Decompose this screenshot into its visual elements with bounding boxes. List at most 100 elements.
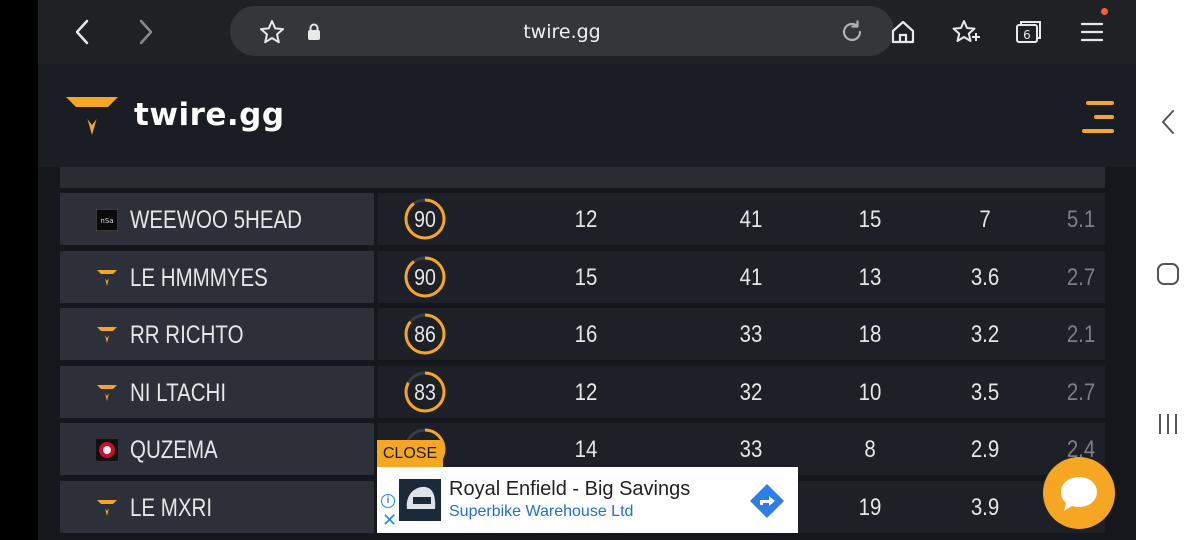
player-cell[interactable]: RR RICHTO bbox=[60, 308, 374, 361]
hamburger-line bbox=[1082, 129, 1114, 133]
site-logo-text[interactable]: twire.gg bbox=[134, 97, 285, 133]
stat-col3: 13 bbox=[858, 263, 882, 291]
stat-col5: 5.1 bbox=[1066, 206, 1096, 233]
stat-col4: 3.5 bbox=[970, 378, 1000, 406]
player-name[interactable]: LE MXRI bbox=[130, 494, 212, 523]
menu-button[interactable] bbox=[1074, 14, 1110, 50]
rating-value: 86 bbox=[414, 321, 436, 348]
player-cell[interactable]: LE MXRI bbox=[60, 481, 374, 533]
stat-col4: 2.9 bbox=[970, 436, 1000, 464]
team-logo-twire-icon bbox=[96, 324, 118, 346]
stat-col3: 15 bbox=[858, 206, 882, 233]
forward-arrow-icon bbox=[139, 19, 153, 45]
stat-col2: 41 bbox=[739, 263, 763, 291]
table-header-row bbox=[60, 167, 1105, 188]
ad-close-button[interactable]: CLOSE bbox=[377, 440, 443, 467]
stat-col3: 18 bbox=[858, 321, 882, 349]
team-logo-twire-icon bbox=[96, 497, 118, 519]
bookmark-add-icon bbox=[952, 20, 980, 42]
menu-icon bbox=[1080, 22, 1104, 42]
stat-col3: 10 bbox=[858, 378, 882, 406]
chat-widget-button[interactable] bbox=[1043, 457, 1115, 529]
ad-helmet-image bbox=[399, 479, 441, 521]
stat-col1: 12 bbox=[574, 378, 598, 406]
stat-col5: 2.7 bbox=[1066, 263, 1096, 291]
helmet-icon bbox=[406, 486, 436, 509]
ad-dismiss-icon[interactable]: ✕ bbox=[382, 511, 397, 529]
address-bar[interactable]: twire.gg bbox=[230, 6, 894, 56]
site-menu-button[interactable] bbox=[1078, 101, 1114, 133]
home-button[interactable] bbox=[885, 14, 921, 50]
left-gutter bbox=[0, 0, 38, 540]
site-header: twire.gg bbox=[38, 64, 1136, 167]
home-icon bbox=[891, 20, 915, 44]
directions-arrow-icon[interactable] bbox=[749, 483, 785, 519]
chat-icon bbox=[1061, 477, 1097, 511]
stat-col4: 3.2 bbox=[970, 321, 1000, 349]
chevron-left-icon bbox=[1161, 110, 1174, 134]
team-logo-twire-icon bbox=[96, 267, 118, 289]
ad-banner[interactable]: i ✕ Royal Enfield - Big Savings Superbik… bbox=[377, 467, 798, 533]
rating-ring: 83 bbox=[403, 370, 447, 414]
ad-title: Royal Enfield - Big Savings bbox=[449, 478, 691, 500]
hamburger-line bbox=[1086, 101, 1114, 105]
nav-back-button[interactable] bbox=[1136, 108, 1200, 136]
twire-logo-icon[interactable] bbox=[64, 95, 120, 137]
table-row[interactable]: NI LTACHI 83 12 32 10 3.5 2.7 bbox=[60, 365, 1105, 418]
stat-col3: 8 bbox=[864, 436, 876, 464]
rating-ring: 86 bbox=[403, 312, 447, 356]
nav-home-button[interactable] bbox=[1136, 262, 1200, 286]
forward-button[interactable] bbox=[128, 14, 164, 50]
table-row[interactable]: nSa WEEWOO 5HEAD 90 12 41 15 7 5.1 bbox=[60, 193, 1105, 245]
svg-text:nSa: nSa bbox=[100, 217, 113, 225]
player-name[interactable]: NI LTACHI bbox=[130, 379, 226, 408]
tabs-icon: 6 bbox=[1016, 21, 1041, 43]
stat-col2: 33 bbox=[739, 321, 763, 349]
ad-info-icon[interactable]: i bbox=[381, 494, 395, 508]
rating-ring: 90 bbox=[403, 255, 447, 299]
player-cell[interactable]: nSa WEEWOO 5HEAD bbox=[60, 193, 374, 245]
player-cell[interactable]: QUZEMA bbox=[60, 423, 374, 476]
table-row[interactable]: RR RICHTO 86 16 33 18 3.2 2.1 bbox=[60, 308, 1105, 361]
stat-col4: 7 bbox=[979, 206, 991, 233]
url-text: twire.gg bbox=[523, 21, 601, 43]
stat-col2: 41 bbox=[739, 206, 763, 233]
nav-recents-button[interactable] bbox=[1136, 412, 1200, 436]
stat-col1: 14 bbox=[574, 436, 598, 464]
back-button[interactable] bbox=[64, 14, 100, 50]
android-navigation-bar bbox=[1136, 0, 1200, 540]
rating-ring: 90 bbox=[403, 197, 447, 241]
recents-icon bbox=[1159, 414, 1177, 434]
bookmarks-button[interactable] bbox=[948, 14, 984, 50]
back-arrow-icon bbox=[75, 19, 89, 45]
stat-col2: 32 bbox=[739, 378, 763, 406]
stat-col4: 3.6 bbox=[970, 263, 1000, 291]
stat-col5: 2.1 bbox=[1066, 321, 1096, 349]
rating-value: 83 bbox=[414, 378, 436, 405]
reload-icon[interactable] bbox=[838, 18, 866, 46]
team-logo-twire-icon bbox=[96, 382, 118, 404]
tab-count: 6 bbox=[1023, 28, 1031, 42]
tabs-button[interactable]: 6 bbox=[1010, 14, 1046, 50]
stat-col4: 3.9 bbox=[970, 494, 1000, 521]
browser-toolbar: twire.gg 6 bbox=[38, 0, 1136, 64]
team-logo-nsa-icon: nSa bbox=[96, 209, 118, 231]
player-name[interactable]: QUZEMA bbox=[130, 436, 218, 465]
ad-subtitle: Superbike Warehouse Ltd bbox=[449, 503, 634, 520]
player-cell[interactable]: NI LTACHI bbox=[60, 365, 374, 418]
stat-col1: 15 bbox=[574, 263, 598, 291]
player-cell[interactable]: LE HMMMYES bbox=[60, 250, 374, 303]
player-name[interactable]: WEEWOO 5HEAD bbox=[130, 206, 302, 235]
square-home-icon bbox=[1157, 263, 1179, 285]
rating-value: 90 bbox=[414, 263, 436, 290]
stat-col5: 2.7 bbox=[1066, 378, 1096, 406]
player-name[interactable]: RR RICHTO bbox=[130, 321, 244, 350]
notification-dot bbox=[1101, 8, 1108, 15]
team-logo-round-icon bbox=[96, 439, 118, 462]
stat-col3: 19 bbox=[858, 494, 882, 521]
player-name[interactable]: LE HMMMYES bbox=[130, 264, 268, 293]
stat-col1: 16 bbox=[574, 321, 598, 349]
stat-col2: 33 bbox=[739, 436, 763, 464]
stat-col1: 12 bbox=[574, 206, 598, 233]
table-row[interactable]: LE HMMMYES 90 15 41 13 3.6 2.7 bbox=[60, 250, 1105, 303]
